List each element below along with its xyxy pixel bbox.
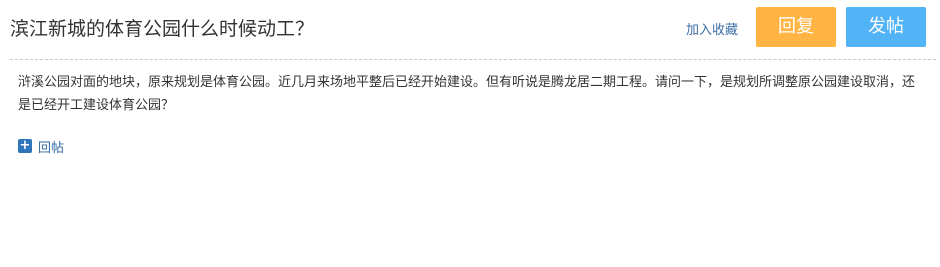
header-divider — [10, 59, 936, 60]
plus-icon: + — [18, 138, 32, 153]
thread-title: 滨江新城的体育公园什么时候动工？ — [10, 18, 315, 40]
reply-post-label: 回帖 — [38, 140, 65, 156]
thread-header: 滨江新城的体育公园什么时候动工？ 加入收藏 回复 发帖 — [0, 0, 940, 58]
new-post-button[interactable]: 发帖 — [846, 7, 926, 47]
thread-page: 滨江新城的体育公园什么时候动工？ 加入收藏 回复 发帖 浒溪公园对面的地块，原来… — [0, 0, 940, 267]
reply-post-link[interactable]: + 回帖 — [18, 138, 65, 156]
add-favorite-link[interactable]: 加入收藏 — [686, 19, 738, 38]
thread-body: 浒溪公园对面的地块，原来规划是体育公园。近几月来场地平整后已经开始建设。但有听说… — [18, 75, 916, 113]
reply-button[interactable]: 回复 — [756, 7, 836, 47]
